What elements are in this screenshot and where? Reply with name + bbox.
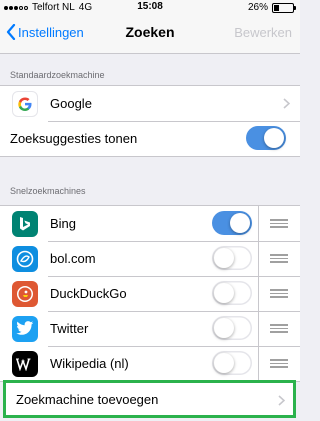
wikipedia-toggle[interactable] — [212, 351, 252, 375]
search-suggestions-row: Zoeksuggesties tonen — [0, 121, 300, 156]
twitter-icon — [12, 315, 38, 342]
chevron-right-icon — [283, 98, 290, 109]
reorder-handle-icon[interactable] — [270, 324, 288, 335]
section-header-quick-engines: Snelzoekmachines — [10, 186, 86, 196]
add-search-engine-label: Zoekmachine toevoegen — [16, 391, 159, 407]
row-divider — [258, 311, 259, 346]
duckduckgo-toggle[interactable] — [212, 281, 252, 305]
back-button[interactable]: Instellingen — [6, 24, 84, 40]
quick-engine-row: Twitter — [0, 311, 300, 346]
quick-engine-row: DuckDuckGo — [0, 276, 300, 311]
back-button-label: Instellingen — [18, 24, 84, 40]
reorder-handle-icon[interactable] — [270, 219, 288, 230]
row-divider — [258, 241, 259, 276]
duckduckgo-icon — [12, 280, 38, 307]
search-suggestions-label: Zoeksuggesties tonen — [10, 131, 138, 146]
reorder-handle-icon[interactable] — [270, 359, 288, 370]
add-search-engine-button[interactable]: Zoekmachine toevoegen — [3, 380, 296, 418]
bolcom-icon — [12, 245, 38, 272]
row-divider — [258, 276, 259, 311]
bing-icon — [12, 210, 38, 237]
row-divider — [258, 346, 259, 381]
default-engine-label: Google — [50, 96, 92, 111]
row-divider — [258, 206, 259, 241]
reorder-handle-icon[interactable] — [270, 254, 288, 265]
battery-percentage: 26% — [247, 2, 268, 13]
status-bar: Telfort NL 4G 15:08 26% — [0, 0, 300, 14]
quick-engine-label: bol.com — [50, 251, 96, 266]
wikipedia-icon — [12, 350, 38, 377]
section-header-default-engine: Standaardzoekmachine — [10, 70, 105, 80]
default-engine-row[interactable]: Google — [0, 86, 300, 121]
quick-engine-label: Wikipedia (nl) — [50, 356, 129, 371]
quick-engine-row: Bing — [0, 206, 300, 241]
twitter-toggle[interactable] — [212, 316, 252, 340]
bolcom-toggle[interactable] — [212, 246, 252, 270]
search-suggestions-toggle[interactable] — [246, 126, 286, 150]
quick-engine-label: Twitter — [50, 321, 89, 336]
chevron-left-icon — [6, 24, 16, 40]
battery-icon — [272, 2, 296, 13]
status-right: 26% — [247, 2, 296, 13]
navigation-bar: Instellingen Zoeken Bewerken — [0, 14, 300, 54]
quick-engine-label: Bing — [50, 216, 77, 231]
edit-button[interactable]: Bewerken — [234, 25, 292, 40]
quick-engine-row: Wikipedia (nl) — [0, 346, 300, 381]
default-engine-group: Google Zoeksuggesties tonen — [0, 85, 300, 157]
reorder-handle-icon[interactable] — [270, 289, 288, 300]
google-icon — [12, 90, 38, 117]
bing-toggle[interactable] — [212, 211, 252, 235]
quick-engine-row: bol.com — [0, 241, 300, 276]
quick-engine-label: DuckDuckGo — [50, 286, 127, 301]
chevron-right-icon — [278, 395, 285, 406]
quick-engines-group: Bing bol.com DuckDuckGo Twitter Wikipedi… — [0, 205, 300, 382]
